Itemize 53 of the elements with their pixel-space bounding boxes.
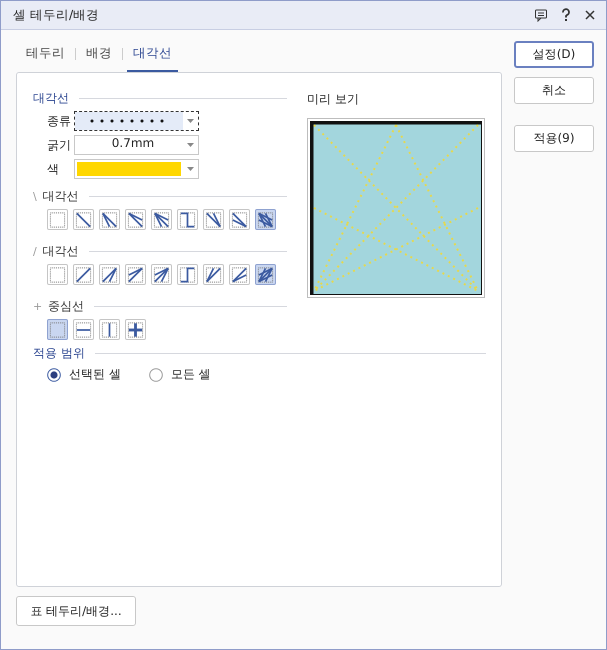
dialog-button[interactable]: 적용(9) [514,125,594,152]
dropdown-arrow-icon [187,143,194,147]
section-title: 대각선 [42,242,79,260]
diagonal-option[interactable] [73,209,94,230]
section-title: 중심선 [48,298,84,314]
dropdown-arrow-icon [187,119,194,123]
diagonal-option[interactable] [203,264,224,285]
diagonal-option[interactable] [47,209,68,230]
line-glyph: / [33,244,37,258]
table-border-button[interactable]: 표 테두리/배경... [16,596,136,626]
diagonal-option[interactable] [177,209,198,230]
radio-button[interactable] [148,368,163,382]
diagonal-option[interactable] [47,264,68,285]
diagonal-option[interactable] [255,264,276,285]
diagonal-option[interactable] [99,264,120,285]
field-label: 종류 [47,112,72,130]
center-line-option[interactable] [99,319,120,340]
dialog-button[interactable]: 취소 [514,77,594,104]
diagonal-option[interactable] [151,209,172,230]
color-dropdown[interactable] [74,159,199,179]
help-icon[interactable] [560,8,572,22]
radio-label: 모든 셀 [170,366,211,383]
diagonal-option[interactable] [229,264,250,285]
radio-button[interactable] [47,368,61,382]
section-title: 적용 범위 [33,344,85,362]
line-glyph: + [33,300,42,312]
section-title: 대각선 [33,90,69,106]
field-label: 굵기 [47,136,72,154]
section-title: 대각선 [42,188,79,204]
diagonal-option[interactable] [203,209,224,230]
diagonal-option[interactable] [151,264,172,285]
dropdown-arrow-icon [187,167,194,171]
tab[interactable]: 테두리 [20,30,71,72]
diagonal-option[interactable] [125,264,146,285]
diagonal-option[interactable] [73,264,94,285]
diagonal-option[interactable] [99,209,120,230]
tab[interactable]: 배경 [80,30,118,72]
radio-label: 선택된 셀 [69,366,121,383]
close-icon[interactable] [584,9,596,21]
line-type-dropdown[interactable] [74,111,199,131]
center-line-option[interactable] [73,319,94,340]
diagonal-option[interactable] [229,209,250,230]
diagonal-option[interactable] [125,209,146,230]
thickness-dropdown[interactable]: 0.7mm [74,135,199,155]
dialog-button[interactable]: 설정(D) [514,41,594,68]
window-title: 셀 테두리/배경 [13,6,100,24]
diagonal-option[interactable] [255,209,276,230]
preview-title: 미리 보기 [307,91,360,108]
line-glyph: \ [33,190,37,202]
diagonal-option[interactable] [177,264,198,285]
center-line-option[interactable] [125,319,146,340]
field-label: 색 [47,160,60,178]
comment-icon[interactable] [534,8,548,22]
